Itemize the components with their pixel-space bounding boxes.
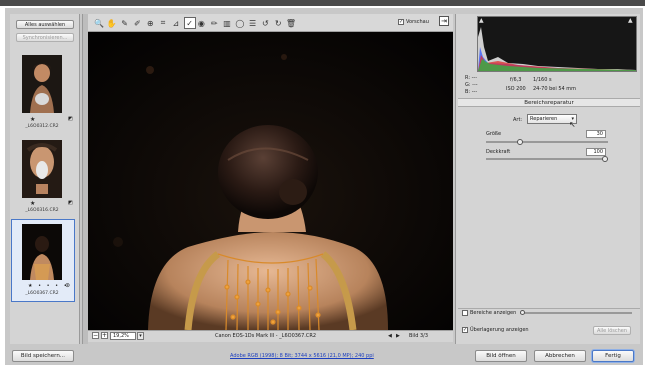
fullscreen-icon[interactable]: ⇥ — [439, 16, 449, 26]
zoom-level-field[interactable]: 19,2% — [110, 332, 136, 340]
trash-icon[interactable]: 🗑 — [286, 18, 296, 28]
overlay-checkbox[interactable]: ✓ — [462, 327, 468, 333]
tool-row: 🔍 ✋ ✎ ✐ ⊕ ⌗ ⊿ ✓ ◉ ✏ ▥ ◯ ☰ ↺ ↻ 🗑 — [88, 14, 348, 32]
opacity-slider[interactable] — [486, 158, 608, 160]
rotate-left-icon[interactable]: ↺ — [260, 18, 270, 28]
shadow-clipping-icon[interactable]: ▲ — [479, 17, 484, 24]
edited-badge-icon-3: ⊛ — [65, 282, 71, 289]
rating-star-1[interactable]: ★ — [30, 116, 35, 123]
edited-badge-icon-2: ◩ — [68, 200, 73, 206]
white-balance-icon[interactable]: ✎ — [120, 18, 130, 28]
shutter-speed: 1/160 s — [533, 77, 552, 83]
mouse-cursor-icon: ↖ — [569, 120, 576, 129]
zoom-in-button[interactable]: + — [101, 332, 108, 339]
hand-icon[interactable]: ✋ — [107, 18, 117, 28]
lens: 24-70 bei 54 mm — [533, 86, 577, 92]
size-field[interactable]: 30 — [586, 130, 606, 138]
thumbnail-1-image — [22, 55, 62, 113]
crop-icon[interactable]: ⌗ — [158, 18, 168, 28]
open-image-button[interactable]: Bild öffnen — [475, 350, 527, 362]
zoom-icon[interactable]: 🔍 — [94, 18, 104, 28]
window-top-bar — [0, 0, 645, 6]
camera-filename: Canon EOS-1Ds Mark III - _L6O0367.CR2 — [215, 333, 317, 339]
graduated-filter-icon[interactable]: ▥ — [222, 18, 232, 28]
target-adjust-icon[interactable]: ⊕ — [145, 18, 155, 28]
cancel-button[interactable]: Abbrechen — [534, 350, 586, 362]
rating-dots-3[interactable]: ★ • • • • — [28, 283, 69, 289]
areas-slider-knob[interactable] — [520, 310, 525, 315]
size-label: Größe — [486, 131, 502, 137]
highlight-clipping-icon[interactable]: ▲ — [628, 17, 633, 24]
image-counter: Bild 3/3 — [409, 333, 429, 339]
thumbnail-1[interactable] — [22, 55, 62, 113]
size-slider[interactable] — [486, 141, 608, 143]
save-image-button[interactable]: Bild speichern... — [12, 350, 74, 362]
preview-label: Vorschau — [406, 19, 429, 25]
workflow-options-link[interactable]: Adobe RGB (1998); 8 Bit; 3744 x 5616 (21… — [230, 353, 374, 359]
spot-removal-header: Bereichsreparatur — [458, 98, 640, 107]
zoom-out-button[interactable]: − — [92, 332, 99, 339]
clear-all-button[interactable]: Alle löschen — [593, 326, 631, 335]
rgb-b: B: --- — [465, 89, 478, 95]
thumbnail-2[interactable] — [22, 140, 62, 198]
thumbnail-1-caption: _L6O0312.CR2 — [25, 124, 59, 129]
divider — [458, 308, 640, 309]
rotate-right-icon[interactable]: ↻ — [273, 18, 283, 28]
type-select-value: Reparieren — [530, 116, 558, 122]
thumbnail-2-image — [22, 140, 62, 198]
opacity-field[interactable]: 100 — [586, 148, 606, 156]
photo-woman-back — [88, 32, 453, 330]
prev-image-icon[interactable]: ◀ — [388, 333, 392, 339]
edited-badge-icon-1: ◩ — [68, 116, 73, 122]
color-sampler-icon[interactable]: ✐ — [132, 18, 142, 28]
done-button[interactable]: Fertig — [592, 350, 634, 362]
rating-star-2[interactable]: ★ — [30, 200, 35, 207]
thumbnail-3-image — [22, 224, 62, 280]
adjustment-brush-icon[interactable]: ✏ — [209, 18, 219, 28]
thumbnail-2-caption: _L6O0316.CR2 — [25, 208, 59, 213]
synchronize-button[interactable]: Synchronisieren... — [16, 33, 74, 42]
select-all-button[interactable]: Alles auswählen — [16, 20, 74, 29]
thumbnail-3-caption: _L6O0367.CR2 — [25, 291, 59, 296]
iso: ISO 200 — [506, 86, 526, 92]
aperture: f/6,3 — [510, 77, 522, 83]
next-image-icon[interactable]: ▶ — [396, 333, 400, 339]
overlay-label: Überlagerung anzeigen — [470, 327, 529, 333]
opacity-label: Deckkraft — [486, 149, 511, 155]
straighten-icon[interactable]: ⊿ — [171, 18, 181, 28]
opacity-slider-knob[interactable] — [602, 156, 608, 162]
preview-checkbox[interactable]: ✓ — [398, 19, 404, 25]
red-eye-icon[interactable]: ◉ — [196, 18, 206, 28]
histogram-graph — [478, 27, 636, 71]
rgb-g: G: --- — [465, 82, 478, 88]
rgb-r: R: --- — [465, 75, 478, 81]
thumbnail-3[interactable] — [22, 224, 62, 280]
areas-slider[interactable] — [520, 312, 632, 314]
image-preview[interactable] — [88, 32, 453, 330]
zoom-dropdown-icon[interactable]: ▾ — [137, 332, 144, 340]
histogram — [477, 16, 637, 72]
show-areas-label: Bereiche anzeigen — [470, 310, 517, 316]
preferences-icon[interactable]: ☰ — [248, 18, 258, 28]
show-areas-checkbox[interactable] — [462, 310, 468, 316]
radial-filter-icon[interactable]: ◯ — [235, 18, 245, 28]
spot-removal-icon[interactable]: ✓ — [183, 17, 196, 29]
type-label: Art: — [513, 117, 523, 123]
